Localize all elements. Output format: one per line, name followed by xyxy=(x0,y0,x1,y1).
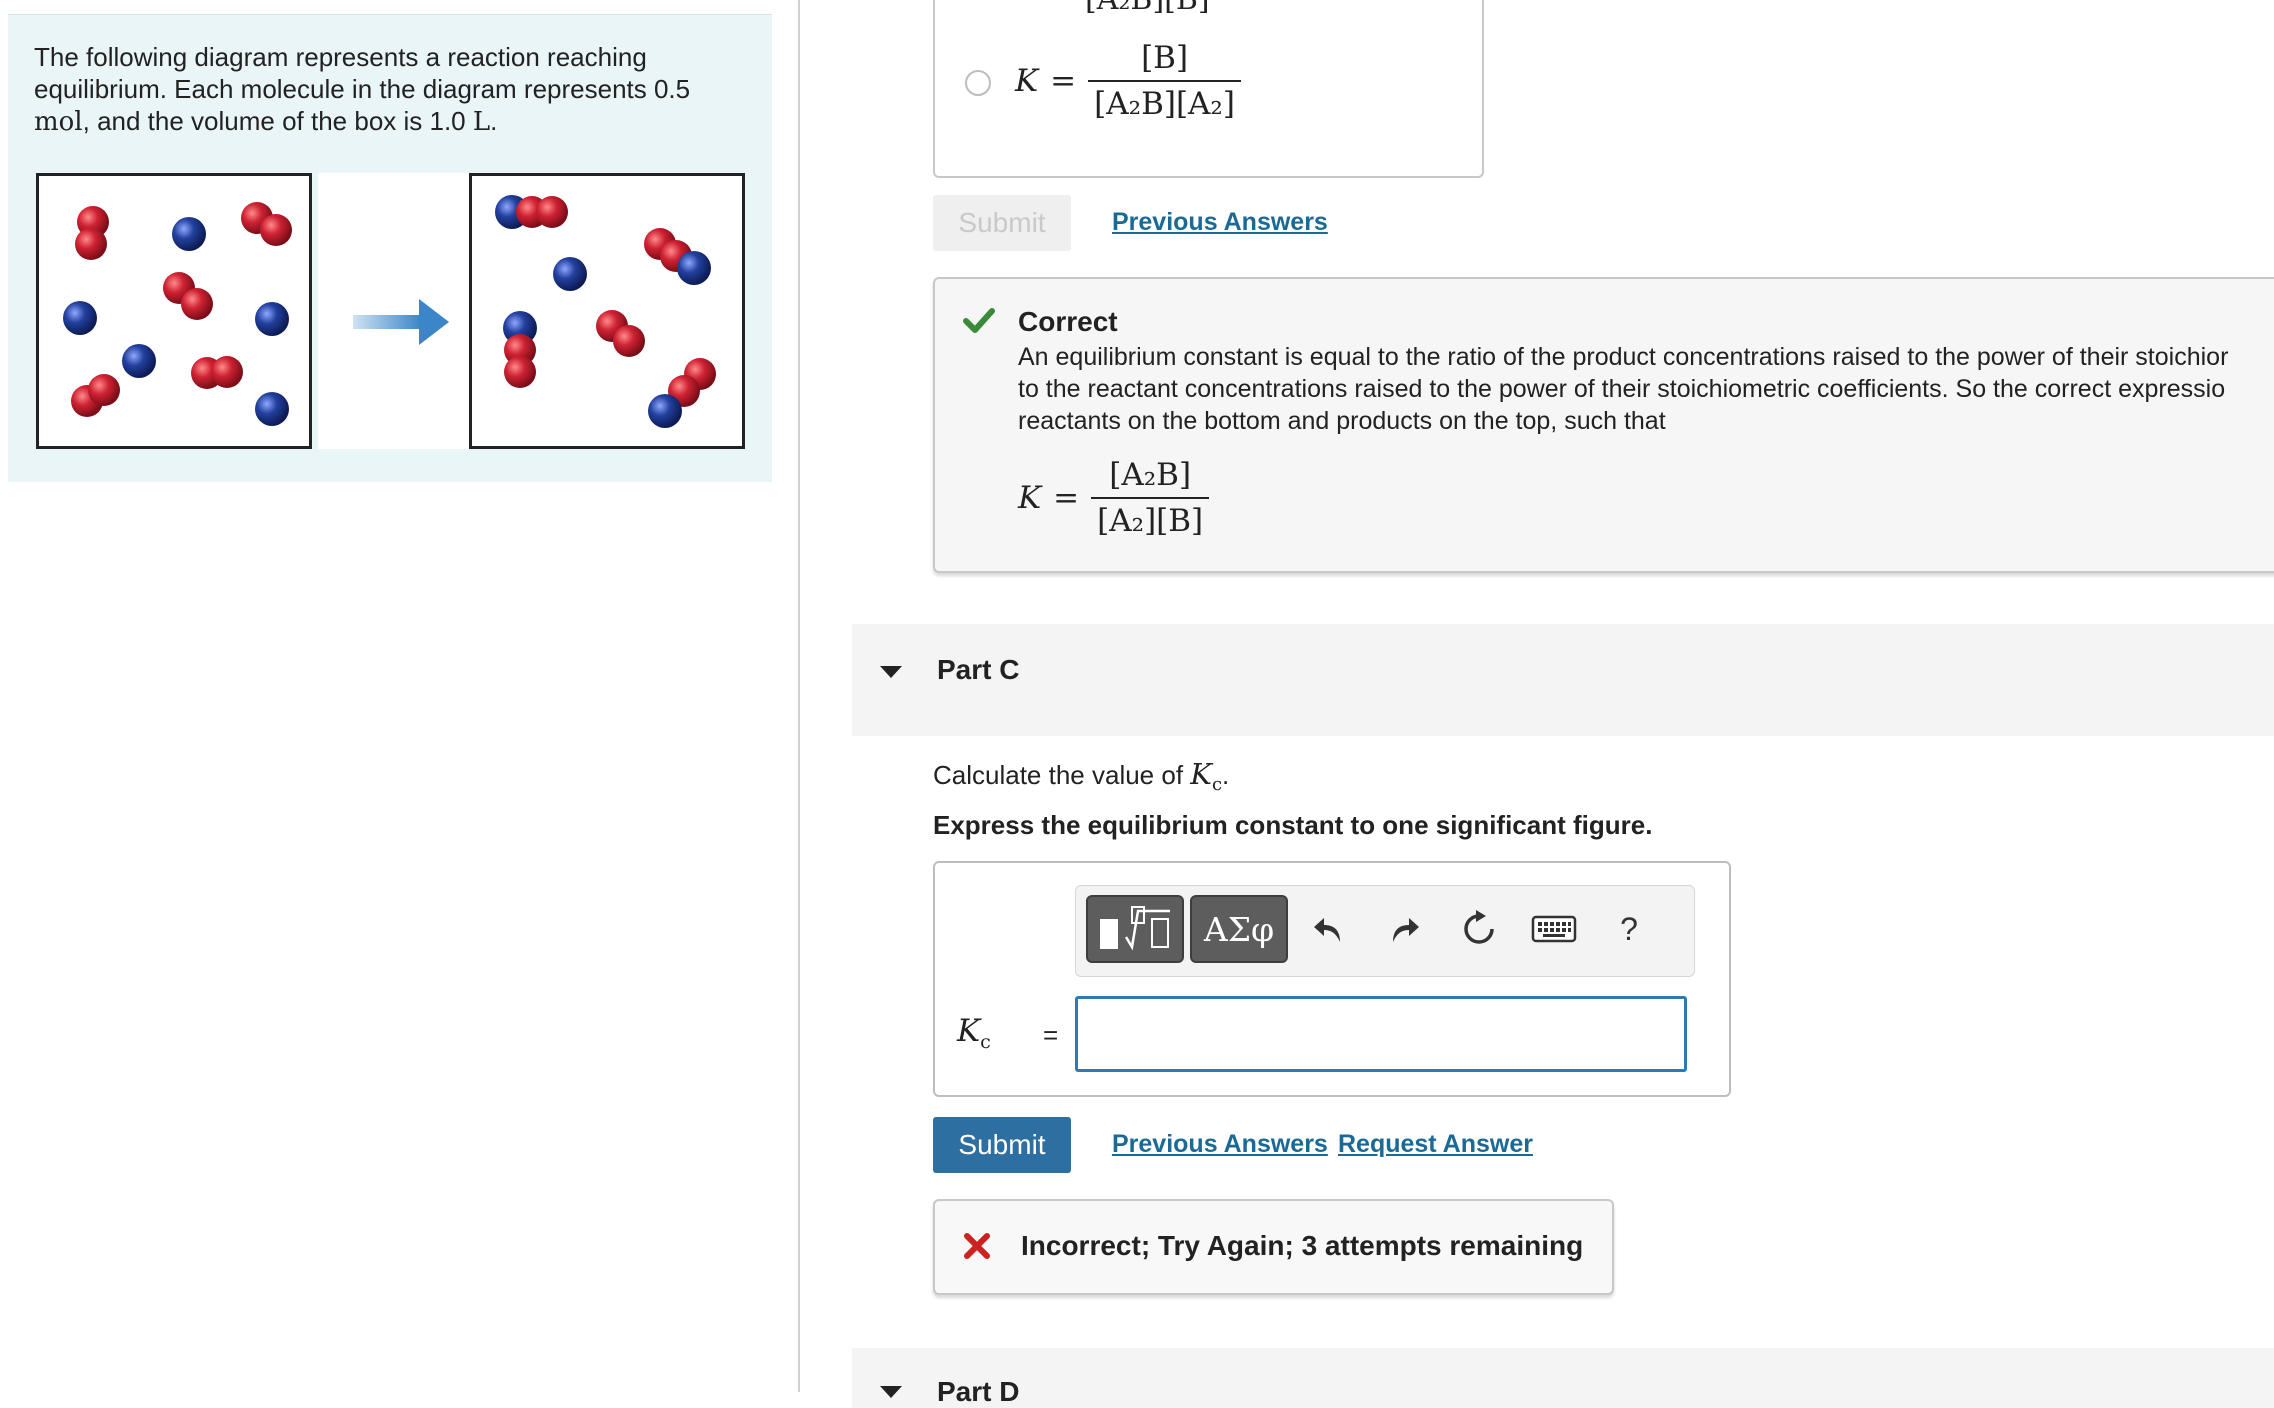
question-prefix: Calculate the value of xyxy=(933,760,1191,790)
choice-radio[interactable] xyxy=(965,70,991,96)
x-mark-icon xyxy=(964,1233,990,1259)
reset-icon[interactable] xyxy=(1456,906,1502,952)
answer-label-k: K xyxy=(957,1013,981,1049)
choice-equals: = xyxy=(1050,63,1077,99)
blue-atom xyxy=(63,301,97,335)
initial-state-box xyxy=(36,173,312,449)
unit-liter: L xyxy=(472,107,491,137)
red-atom xyxy=(504,356,536,388)
feedback-body: An equilibrium constant is equal to the … xyxy=(1018,341,2228,437)
checkmark-icon xyxy=(963,308,995,333)
part-c-instruction: Express the equilibrium constant to one … xyxy=(933,810,1653,840)
keyboard-icon[interactable] xyxy=(1528,906,1580,952)
question-subscript: c xyxy=(1211,774,1223,796)
problem-text-2: , and the volume of the box is 1.0 xyxy=(82,106,473,136)
feedback-line-3: reactants on the bottom and products on … xyxy=(1018,407,1666,435)
greek-symbols-button[interactable]: ΑΣφ xyxy=(1190,895,1288,963)
equilibrium-state-box xyxy=(469,173,745,449)
templates-icon xyxy=(1100,906,1170,951)
choice-fraction: [B] [A₂B][A₂] xyxy=(1088,40,1241,122)
part-c-feedback-incorrect: Incorrect; Try Again; 3 attempts remaini… xyxy=(933,1199,1614,1295)
templates-button[interactable] xyxy=(1086,895,1184,963)
part-c-previous-answers-link[interactable]: Previous Answers xyxy=(1112,1130,1328,1159)
answer-entry-box: ΑΣφ ? Kc = xyxy=(933,861,1731,1097)
eq-fraction: [A₂B] [A₂][B] xyxy=(1091,457,1210,539)
feedback-line-2: to the reactant concentrations raised to… xyxy=(1018,375,2226,403)
caret-down-icon[interactable] xyxy=(879,1384,903,1400)
blue-atom xyxy=(255,302,289,336)
blue-atom xyxy=(122,344,156,378)
problem-text-3: . xyxy=(490,106,498,136)
part-c-question: Calculate the value of Kc. xyxy=(933,757,1229,795)
reaction-arrow-icon xyxy=(353,299,449,345)
eq-equals: = xyxy=(1053,480,1080,516)
part-b-choices: [A₂B][B] K = [B] [A₂B][A₂] xyxy=(933,0,1484,178)
feedback-equation: K = [A₂B] [A₂][B] xyxy=(1018,457,1210,539)
question-symbol: K xyxy=(1190,757,1212,791)
eq-k: K xyxy=(1018,480,1042,516)
choice-denominator: [A₂B][A₂] xyxy=(1088,80,1241,122)
part-c-header[interactable]: Part C xyxy=(852,624,2274,736)
eq-denominator: [A₂][B] xyxy=(1091,497,1210,539)
answer-label: Kc xyxy=(957,1013,991,1053)
question-suffix: . xyxy=(1222,760,1230,790)
redo-icon[interactable] xyxy=(1381,906,1427,952)
blue-atom xyxy=(255,392,289,426)
problem-text-1: The following diagram represents a react… xyxy=(34,42,691,104)
feedback-line-1: An equilibrium constant is equal to the … xyxy=(1018,343,2229,371)
partial-choice-denominator: [A₂B][B] xyxy=(1085,0,1210,17)
part-b-feedback-correct: Correct An equilibrium constant is equal… xyxy=(933,277,2274,573)
initial-molecules xyxy=(63,202,292,426)
help-button[interactable]: ? xyxy=(1606,906,1652,952)
pane-divider[interactable] xyxy=(798,0,800,1392)
part-b-previous-answers-link[interactable]: Previous Answers xyxy=(1112,208,1328,237)
unit-mol: mol xyxy=(34,107,83,137)
blue-atom xyxy=(172,217,206,251)
red-atom xyxy=(536,196,568,228)
answer-label-subscript: c xyxy=(980,1031,991,1054)
red-atom xyxy=(181,288,213,320)
equilibrium-molecules xyxy=(495,195,716,428)
part-d-header[interactable]: Part D xyxy=(852,1348,2274,1408)
choice-expression: K = [B] [A₂B][A₂] xyxy=(1015,40,1241,122)
problem-panel: The following diagram represents a react… xyxy=(8,14,772,482)
part-c-title: Part C xyxy=(937,654,1020,685)
caret-down-icon[interactable] xyxy=(879,664,903,680)
math-toolbar: ΑΣφ ? xyxy=(1075,885,1695,977)
problem-statement: The following diagram represents a react… xyxy=(34,41,734,138)
part-d-title: Part D xyxy=(937,1376,1020,1407)
incorrect-feedback-title: Incorrect; Try Again; 3 attempts remaini… xyxy=(1021,1230,1584,1261)
blue-atom xyxy=(677,251,711,285)
part-c-request-answer-link[interactable]: Request Answer xyxy=(1338,1130,1533,1159)
red-atom xyxy=(211,356,243,388)
part-c-submit-button[interactable]: Submit xyxy=(933,1117,1071,1173)
red-atom xyxy=(88,374,120,406)
choice-numerator: [B] xyxy=(1141,40,1189,76)
blue-atom xyxy=(553,257,587,291)
answer-equals: = xyxy=(1043,1020,1059,1050)
answer-input[interactable] xyxy=(1075,996,1687,1072)
part-b-submit-button[interactable]: Submit xyxy=(933,195,1071,251)
red-atom xyxy=(260,214,292,246)
eq-numerator: [A₂B] xyxy=(1109,457,1192,493)
blue-atom xyxy=(648,394,682,428)
undo-icon[interactable] xyxy=(1306,906,1352,952)
feedback-title: Correct xyxy=(1018,306,1118,337)
red-atom xyxy=(75,228,107,260)
red-atom xyxy=(613,325,645,357)
choice-k: K xyxy=(1015,63,1039,99)
